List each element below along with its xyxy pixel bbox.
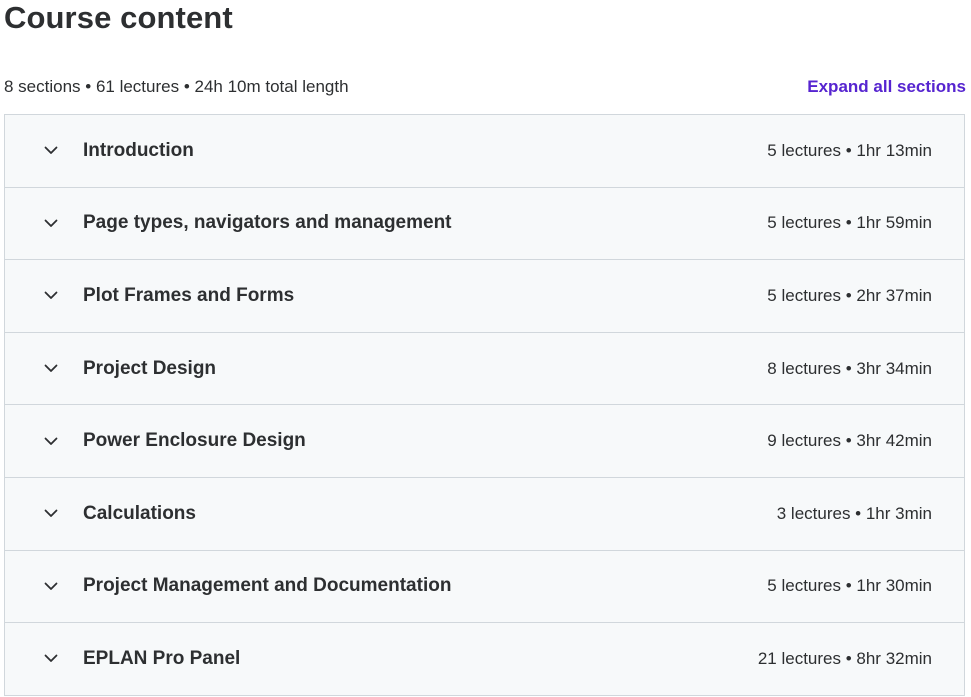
section-eplan-pro-panel[interactable]: EPLAN Pro Panel 21 lectures • 8hr 32min: [5, 623, 964, 696]
course-summary-row: 8 sections • 61 lectures • 24h 10m total…: [4, 74, 966, 100]
chevron-down-icon: [43, 506, 59, 522]
section-meta: 9 lectures • 3hr 42min: [767, 431, 932, 451]
section-title: Calculations: [83, 502, 196, 524]
section-meta: 3 lectures • 1hr 3min: [776, 503, 932, 523]
section-meta: 5 lectures • 1hr 30min: [767, 576, 932, 596]
section-title: Page types, navigators and management: [83, 212, 452, 234]
chevron-down-icon: [43, 578, 59, 594]
chevron-down-icon: [43, 288, 59, 304]
chevron-down-icon: [43, 361, 59, 377]
section-title: Power Enclosure Design: [83, 430, 306, 452]
section-project-management[interactable]: Project Management and Documentation 5 l…: [5, 550, 964, 624]
expand-all-sections-button[interactable]: Expand all sections: [807, 77, 966, 97]
section-title: Project Design: [83, 357, 217, 379]
chevron-down-icon: [43, 215, 59, 231]
section-meta: 5 lectures • 2hr 37min: [767, 285, 932, 305]
section-calculations[interactable]: Calculations 3 lectures • 1hr 3min: [5, 477, 964, 551]
chevron-down-icon: [43, 433, 59, 449]
page-title: Course content: [4, 0, 233, 35]
section-title: Plot Frames and Forms: [83, 284, 295, 306]
section-meta: 5 lectures • 1hr 59min: [767, 213, 932, 233]
chevron-down-icon: [43, 143, 59, 159]
section-page-types[interactable]: Page types, navigators and management 5 …: [5, 187, 964, 261]
course-summary-text: 8 sections • 61 lectures • 24h 10m total…: [4, 77, 349, 96]
section-title: Project Management and Documentation: [83, 575, 452, 597]
section-title: Introduction: [83, 139, 194, 161]
section-meta: 5 lectures • 1hr 13min: [767, 140, 932, 160]
section-project-design[interactable]: Project Design 8 lectures • 3hr 34min: [5, 332, 964, 406]
section-meta: 21 lectures • 8hr 32min: [757, 648, 932, 668]
section-title: EPLAN Pro Panel: [83, 647, 241, 669]
section-introduction[interactable]: Introduction 5 lectures • 1hr 13min: [5, 115, 964, 188]
section-meta: 8 lectures • 3hr 34min: [767, 358, 932, 378]
section-list: Introduction 5 lectures • 1hr 13min Page…: [4, 114, 965, 696]
section-plot-frames[interactable]: Plot Frames and Forms 5 lectures • 2hr 3…: [5, 260, 964, 333]
section-power-enclosure[interactable]: Power Enclosure Design 9 lectures • 3hr …: [5, 405, 964, 478]
chevron-down-icon: [43, 651, 59, 667]
